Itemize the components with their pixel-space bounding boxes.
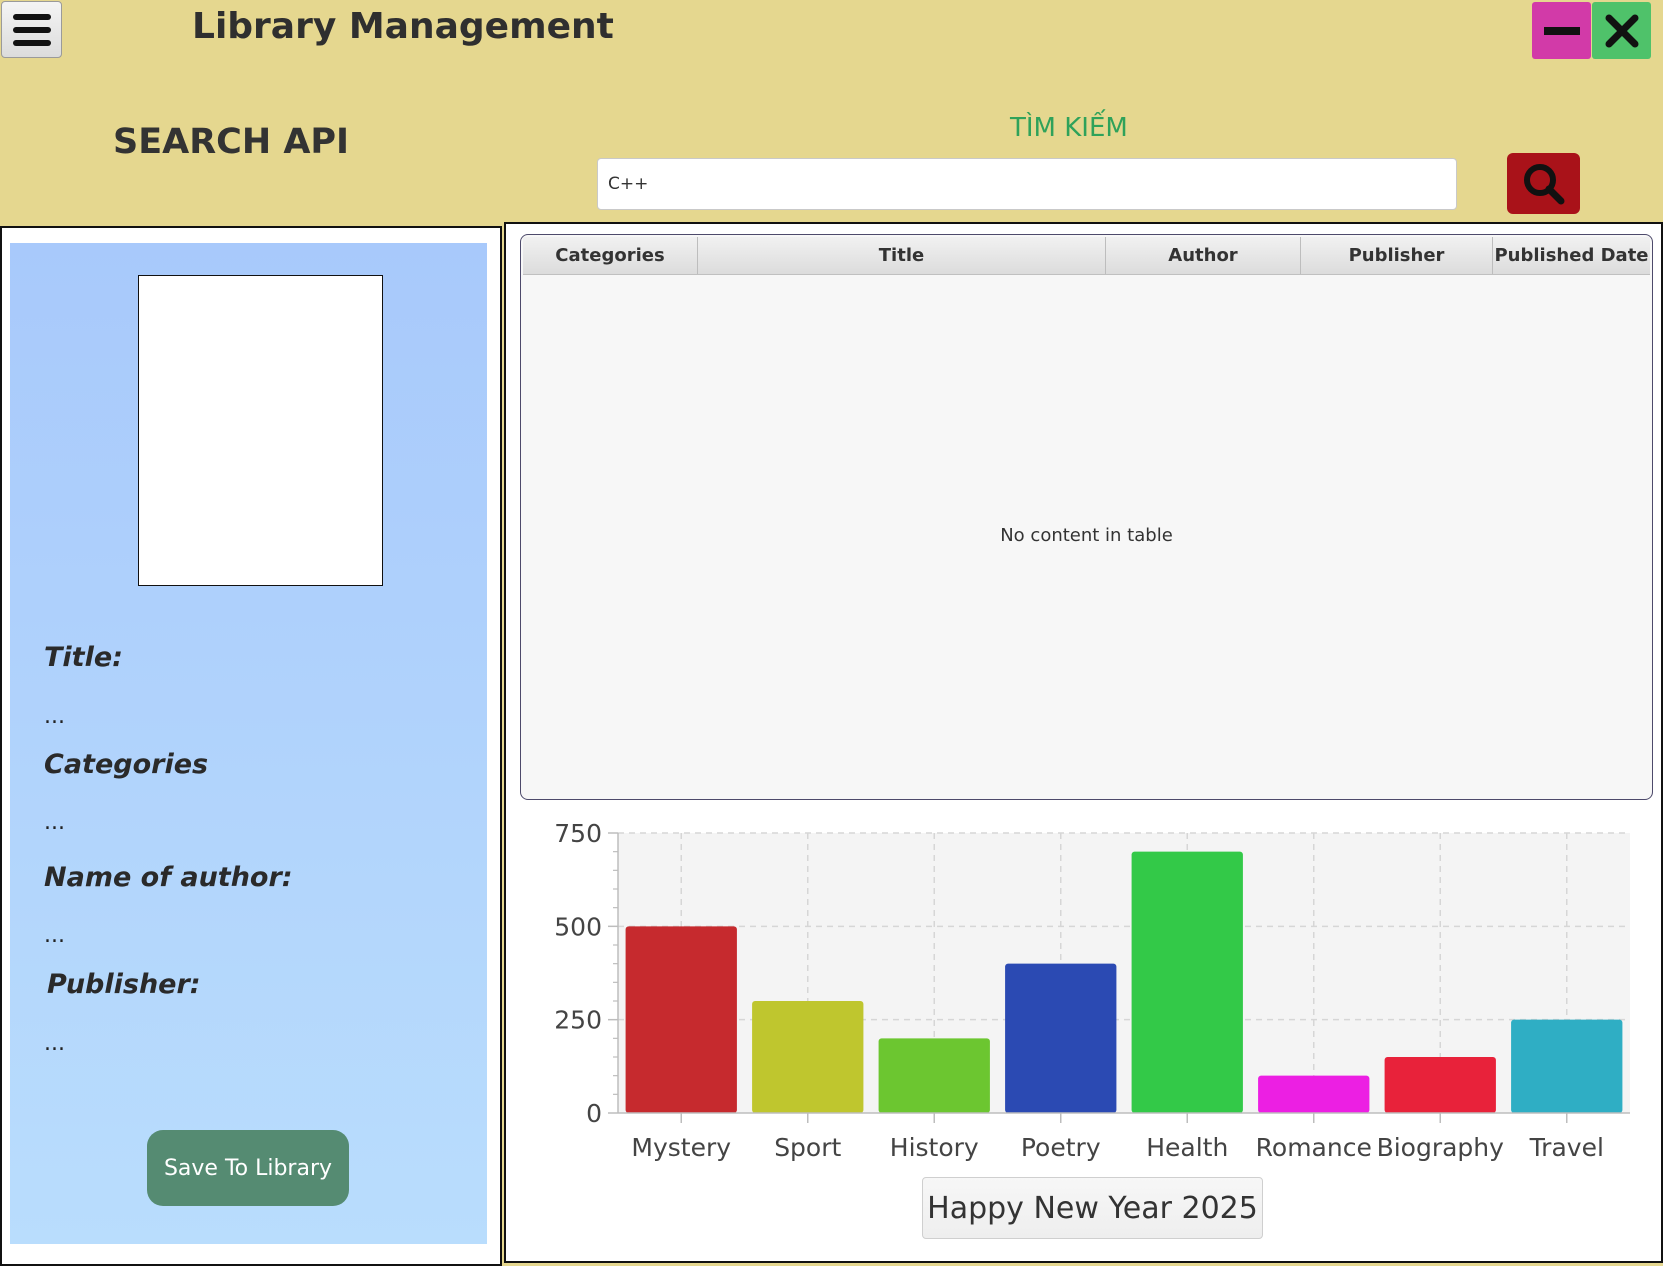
y-tick-label: 500: [554, 912, 602, 941]
bar-biography: [1384, 1057, 1496, 1113]
publisher-label: Publisher:: [47, 969, 201, 1000]
minimize-button[interactable]: [1532, 2, 1591, 59]
bar-sport: [752, 1001, 864, 1113]
menu-button[interactable]: [1, 1, 62, 58]
publisher-value: ...: [44, 1031, 65, 1056]
x-tick-label: Romance: [1256, 1133, 1372, 1162]
bar-poetry: [1005, 963, 1117, 1113]
x-tick-label: Sport: [774, 1133, 841, 1162]
x-tick-label: History: [890, 1133, 979, 1162]
title-value: ...: [44, 704, 65, 729]
categories-label: Categories: [44, 749, 209, 780]
x-tick-label: Mystery: [631, 1133, 731, 1162]
section-title: SEARCH API: [113, 122, 350, 162]
x-tick-label: Biography: [1377, 1133, 1505, 1162]
x-tick-label: Poetry: [1021, 1133, 1101, 1162]
empty-table-message: No content in table: [1000, 525, 1173, 546]
bar-romance: [1258, 1075, 1370, 1113]
book-cover-image: [138, 275, 383, 586]
category-bar-chart: 0 250 500 750 Mystery Sport History Poetry Healt…: [554, 819, 1630, 1162]
search-button[interactable]: [1507, 153, 1580, 214]
save-to-library-button[interactable]: Save To Library: [147, 1130, 349, 1206]
hamburger-icon: [12, 13, 51, 20]
column-header-published-date[interactable]: Published Date: [1493, 237, 1650, 274]
title-label: Title:: [44, 642, 123, 673]
search-icon: [1523, 163, 1564, 204]
column-header-title[interactable]: Title: [698, 237, 1106, 274]
minimize-icon: [1543, 26, 1580, 35]
y-tick-label: 750: [554, 819, 602, 848]
y-tick-label: 0: [586, 1099, 602, 1128]
bar-history: [878, 1038, 990, 1113]
bar-health: [1131, 851, 1243, 1113]
close-button[interactable]: [1592, 2, 1651, 59]
x-tick-label: Travel: [1529, 1133, 1604, 1162]
results-table[interactable]: Categories Title Author Publisher Publis…: [520, 234, 1653, 800]
happy-new-year-button[interactable]: Happy New Year 2025: [922, 1177, 1263, 1239]
column-header-publisher[interactable]: Publisher: [1301, 237, 1493, 274]
author-value: ...: [44, 923, 65, 948]
column-header-author[interactable]: Author: [1106, 237, 1301, 274]
search-label: TÌM KIẾM: [1010, 113, 1128, 143]
y-tick-label: 250: [554, 1006, 602, 1035]
close-icon: [1605, 14, 1638, 47]
bar-mystery: [625, 926, 737, 1113]
table-header: Categories Title Author Publisher Publis…: [523, 237, 1650, 275]
app-title: Library Management: [192, 6, 614, 47]
column-header-categories[interactable]: Categories: [523, 237, 698, 274]
bar-travel: [1511, 1019, 1623, 1113]
categories-value: ...: [44, 810, 65, 835]
x-tick-label: Health: [1146, 1133, 1228, 1162]
search-input[interactable]: [597, 158, 1457, 210]
author-label: Name of author:: [44, 862, 293, 893]
